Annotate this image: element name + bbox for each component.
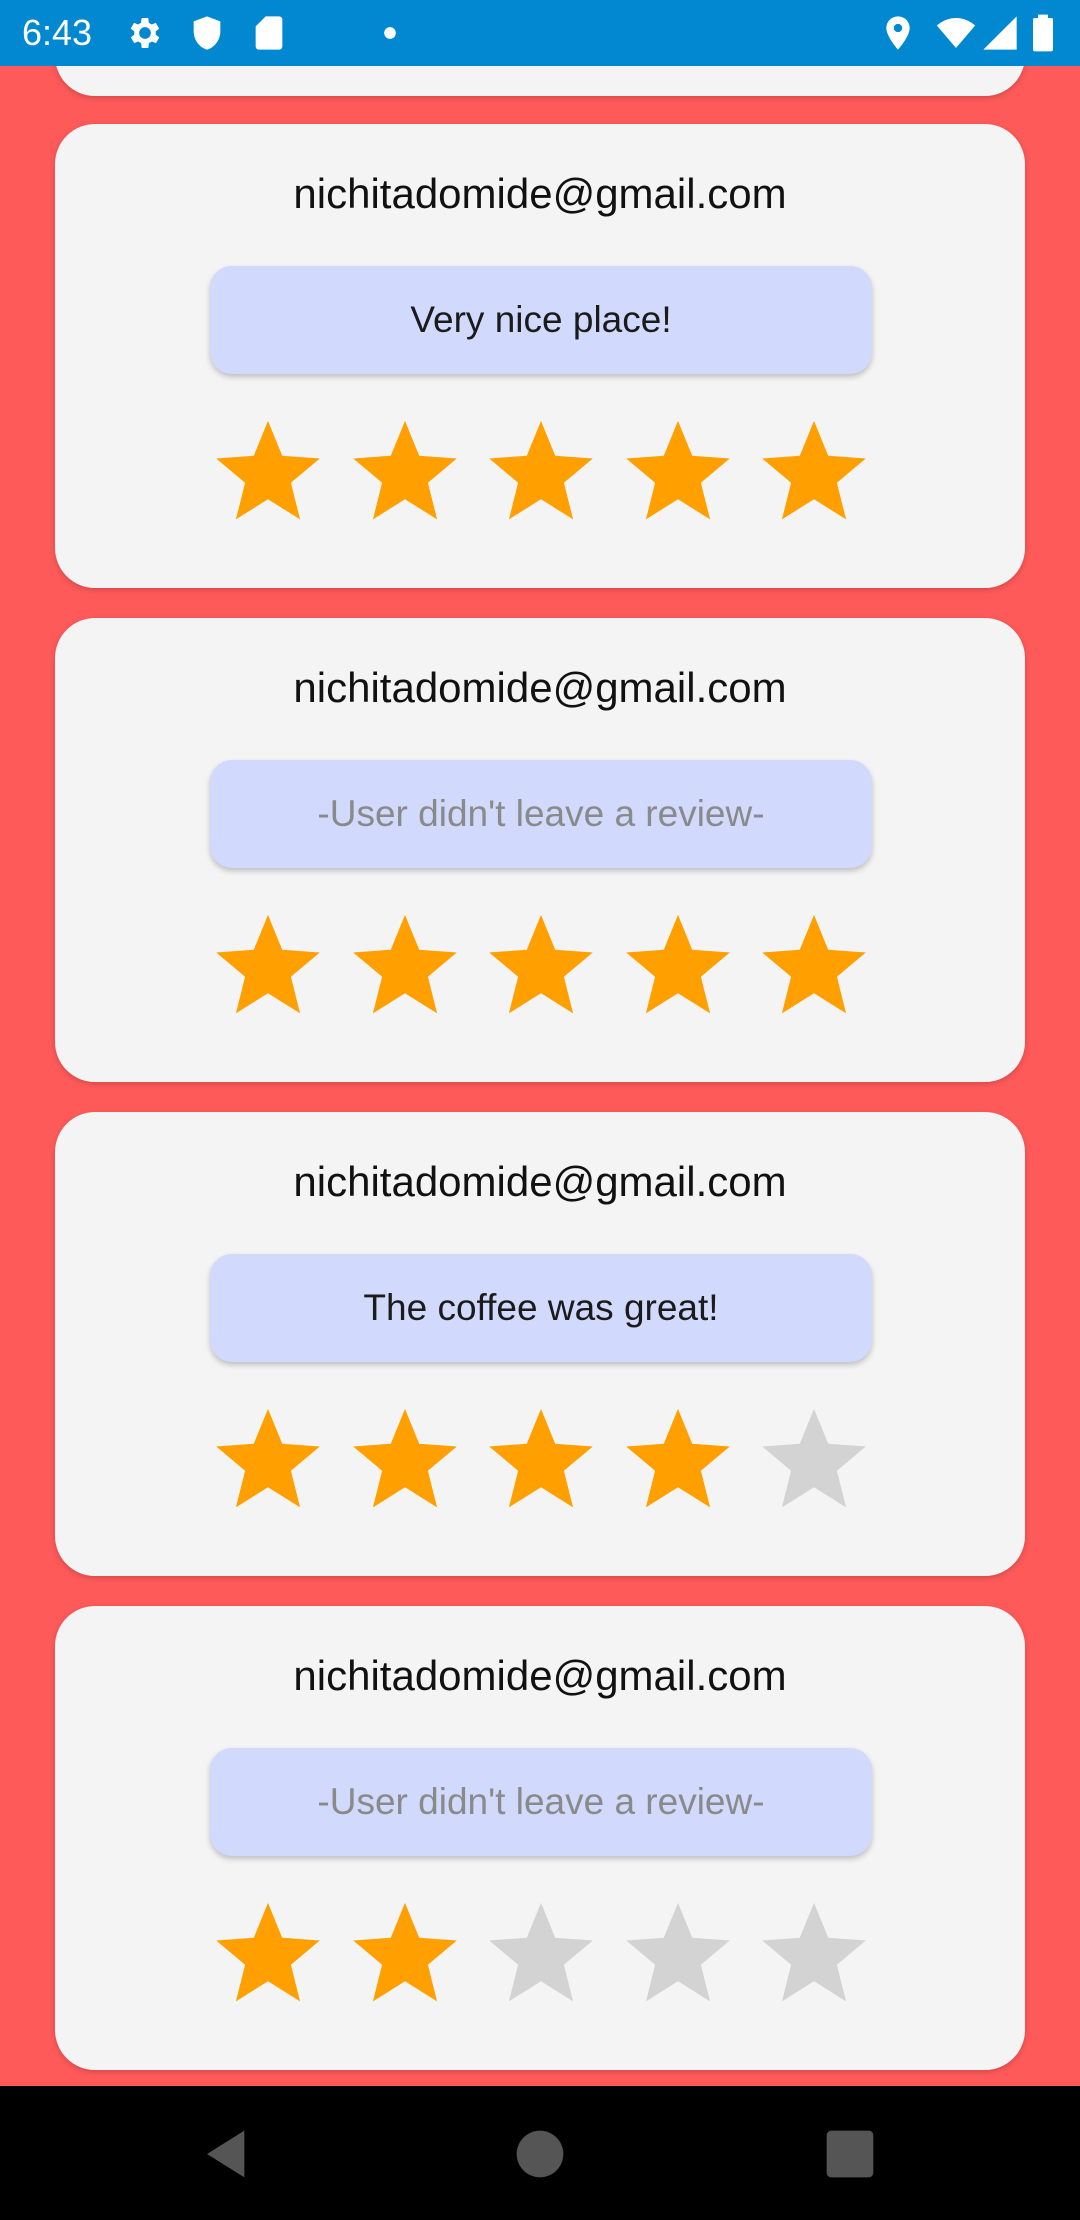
star-empty-icon <box>756 1402 872 1512</box>
reviewer-email: nichitadomide@gmail.com <box>293 170 787 217</box>
settings-icon <box>125 13 165 53</box>
dot-icon <box>370 13 410 53</box>
star-filled-icon <box>347 908 463 1018</box>
star-filled-icon <box>210 414 326 524</box>
star-empty-icon <box>483 1896 599 2006</box>
back-icon[interactable] <box>200 2126 256 2182</box>
star-filled-icon <box>347 1896 463 2006</box>
star-empty-icon <box>620 1896 736 2006</box>
star-filled-icon <box>210 1402 326 1512</box>
signal-icon <box>980 13 1020 53</box>
star-filled-icon <box>210 908 326 1018</box>
star-filled-icon <box>347 414 463 524</box>
location-icon <box>878 13 918 53</box>
star-filled-icon <box>483 414 599 524</box>
battery-icon <box>1028 13 1058 53</box>
star-rating <box>210 908 872 1018</box>
star-empty-icon <box>756 1896 872 2006</box>
reviews-list[interactable]: nichitadomide@gmail.com Very nice place!… <box>0 66 1080 2086</box>
sd-card-icon <box>249 13 289 53</box>
review-card: nichitadomide@gmail.com -User didn't lea… <box>55 1606 1025 2070</box>
reviewer-email: nichitadomide@gmail.com <box>293 664 787 711</box>
star-filled-icon <box>756 414 872 524</box>
star-filled-icon <box>620 1402 736 1512</box>
star-filled-icon <box>620 908 736 1018</box>
review-text: Very nice place! <box>210 266 872 374</box>
star-rating <box>210 1896 872 2006</box>
star-rating <box>210 1402 872 1512</box>
status-bar: 6:43 <box>0 0 1080 66</box>
review-card: nichitadomide@gmail.com -User didn't lea… <box>55 618 1025 1082</box>
star-filled-icon <box>483 1402 599 1512</box>
review-text: -User didn't leave a review- <box>210 760 872 868</box>
review-card: nichitadomide@gmail.com Very nice place! <box>55 124 1025 588</box>
star-filled-icon <box>210 1896 326 2006</box>
star-rating <box>210 414 872 524</box>
shield-icon <box>187 13 227 53</box>
reviewer-email: nichitadomide@gmail.com <box>293 1158 787 1205</box>
reviewer-email: nichitadomide@gmail.com <box>293 1652 787 1699</box>
review-text: The coffee was great! <box>210 1254 872 1362</box>
review-card: nichitadomide@gmail.com The coffee was g… <box>55 1112 1025 1576</box>
review-card-partial <box>55 66 1025 96</box>
star-filled-icon <box>756 908 872 1018</box>
navigation-bar <box>0 2086 1080 2220</box>
star-filled-icon <box>347 1402 463 1512</box>
recents-icon[interactable] <box>822 2126 878 2182</box>
star-filled-icon <box>620 414 736 524</box>
star-filled-icon <box>483 908 599 1018</box>
review-text: -User didn't leave a review- <box>210 1748 872 1856</box>
home-icon[interactable] <box>512 2126 568 2182</box>
wifi-icon <box>936 13 976 53</box>
status-time: 6:43 <box>22 12 93 53</box>
